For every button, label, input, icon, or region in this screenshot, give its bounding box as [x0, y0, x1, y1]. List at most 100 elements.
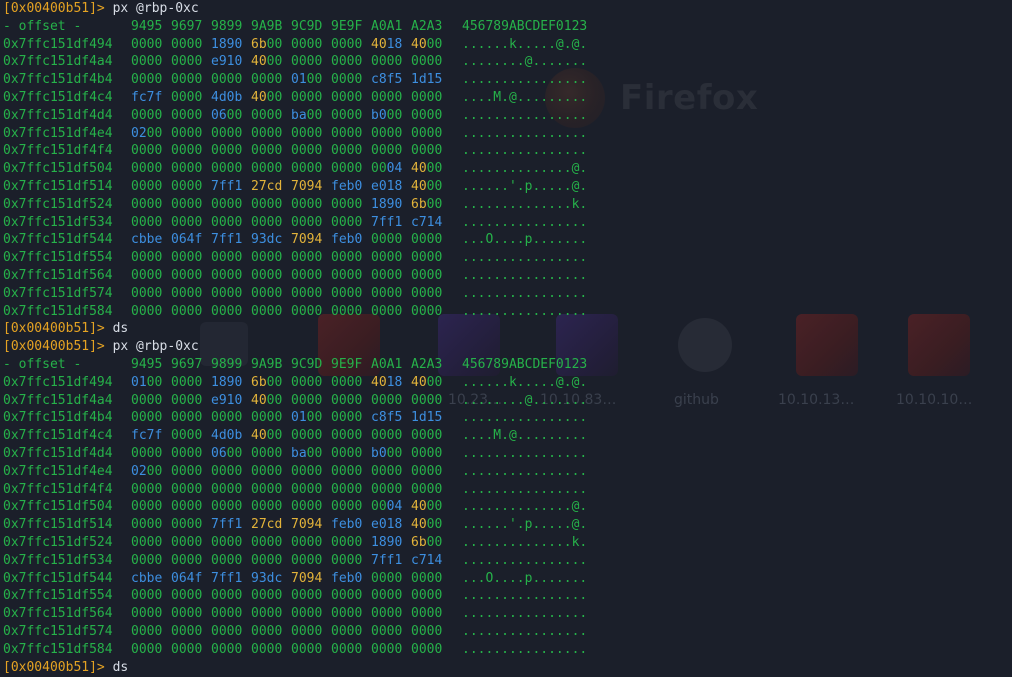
offset-address[interactable]: 0x7ffc151df4c4 [3, 89, 113, 107]
hex-byte: 00 [226, 268, 243, 283]
hex-byte: 00 [146, 161, 163, 177]
hex-byte: 00 [226, 535, 243, 550]
ascii-dump: ................ [462, 107, 588, 123]
offset-address[interactable]: 0x7ffc151df544 [3, 231, 113, 249]
hex-byte: fe [331, 517, 347, 533]
offset-address[interactable]: 0x7ffc151df524 [3, 534, 113, 552]
offset-address[interactable]: 0x7ffc151df564 [3, 605, 113, 623]
hex-byte: 00 [226, 481, 243, 497]
offset-address[interactable]: 0x7ffc151df574 [3, 623, 113, 641]
hex-byte: 1d [411, 410, 427, 426]
hex-word: cbbe [131, 231, 162, 249]
hex-byte: 00 [346, 392, 363, 408]
offset-address[interactable]: 0x7ffc151df4b4 [3, 409, 113, 427]
offset-address[interactable]: 0x7ffc151df4e4 [3, 463, 113, 481]
offset-address[interactable]: 0x7ffc151df4a4 [3, 392, 113, 410]
offset-address[interactable]: 0x7ffc151df534 [3, 214, 113, 232]
column-header: 9495 [131, 18, 163, 34]
offset-address[interactable]: 0x7ffc151df544 [3, 570, 113, 588]
hex-byte: 00 [346, 535, 363, 550]
offset-address[interactable]: 0x7ffc151df4f4 [3, 142, 113, 160]
hex-byte: e0 [371, 517, 387, 533]
hex-word: 0000 [171, 125, 202, 143]
hex-word: 0000 [291, 303, 322, 321]
hex-byte: 00 [226, 72, 243, 88]
hex-word: 7ff1 [371, 214, 402, 232]
offset-address[interactable]: 0x7ffc151df514 [3, 178, 113, 196]
hex-word: 0000 [331, 534, 362, 552]
offset-address[interactable]: 0x7ffc151df504 [3, 498, 113, 516]
offset-address[interactable]: 0x7ffc151df4f4 [3, 481, 113, 499]
hex-byte: 00 [266, 214, 283, 230]
hex-byte: 00 [291, 36, 307, 52]
hex-byte: f5 [386, 72, 403, 88]
offset-address[interactable]: 0x7ffc151df554 [3, 249, 113, 267]
ascii-dump: ..............@. [462, 161, 588, 177]
hex-byte: 00 [226, 196, 243, 212]
hex-byte: 00 [131, 588, 147, 604]
hex-byte: 00 [146, 179, 163, 194]
hex-byte: 6b [411, 196, 427, 212]
hex-word: e910 [211, 392, 242, 410]
hex-byte: 00 [291, 606, 307, 622]
offset-address[interactable]: 0x7ffc151df4a4 [3, 53, 113, 71]
prompt-address: [0x00400b51]> [3, 339, 105, 355]
hex-byte: 00 [251, 641, 267, 657]
hex-byte: 00 [331, 481, 347, 497]
hex-byte: 00 [331, 268, 347, 283]
hex-word: 0000 [171, 641, 202, 659]
hex-word: 0000 [291, 214, 322, 232]
hex-word: 4000 [251, 53, 282, 71]
hex-word: 0000 [331, 267, 362, 285]
offset-address[interactable]: 0x7ffc151df514 [3, 516, 113, 534]
hex-byte: 00 [306, 303, 323, 319]
hex-word: 0000 [131, 249, 162, 267]
hex-word: 0000 [371, 463, 402, 481]
hex-byte: b0 [371, 107, 387, 123]
hex-byte: 00 [251, 499, 267, 515]
hex-byte: 93 [251, 232, 267, 248]
offset-address[interactable]: 0x7ffc151df564 [3, 267, 113, 285]
hex-word: 0000 [211, 552, 242, 570]
hex-word: 0000 [211, 409, 242, 427]
hex-byte: 00 [386, 641, 403, 657]
offset-address[interactable]: 0x7ffc151df554 [3, 587, 113, 605]
offset-address[interactable]: 0x7ffc151df504 [3, 160, 113, 178]
ascii-dump: ................ [462, 285, 588, 301]
hex-byte: 00 [411, 90, 427, 105]
offset-address[interactable]: 0x7ffc151df534 [3, 552, 113, 570]
hex-byte: 00 [426, 90, 443, 105]
offset-address[interactable]: 0x7ffc151df4b4 [3, 71, 113, 89]
hex-byte: 00 [186, 250, 203, 266]
hex-word: 0000 [171, 267, 202, 285]
offset-address[interactable]: 0x7ffc151df4d4 [3, 107, 113, 125]
hex-byte: b0 [371, 446, 387, 461]
hex-byte: 00 [226, 552, 243, 568]
offset-address[interactable]: 0x7ffc151df494 [3, 36, 113, 54]
hex-word: feb0 [331, 516, 362, 534]
offset-address[interactable]: 0x7ffc151df584 [3, 303, 113, 321]
hex-word: 0000 [291, 160, 322, 178]
offset-address[interactable]: 0x7ffc151df4e4 [3, 125, 113, 143]
hex-byte: 00 [306, 410, 323, 426]
hex-word: 0000 [371, 142, 402, 160]
hex-byte: b0 [346, 517, 363, 533]
column-header: 9E9F [331, 357, 363, 372]
ascii-dump: ................ [462, 463, 588, 479]
offset-address[interactable]: 0x7ffc151df4c4 [3, 427, 113, 445]
hex-byte: 90 [386, 196, 403, 212]
offset-address[interactable]: 0x7ffc151df574 [3, 285, 113, 303]
hex-byte: 00 [426, 570, 443, 586]
offset-address[interactable]: 0x7ffc151df494 [3, 374, 113, 392]
hex-byte: 00 [291, 624, 307, 639]
offset-address[interactable]: 0x7ffc151df584 [3, 641, 113, 659]
hex-word: 0000 [251, 552, 282, 570]
hex-byte: 00 [331, 641, 347, 657]
column-header: 9A9B [251, 357, 283, 372]
hex-byte: 00 [306, 143, 323, 159]
hex-byte: 00 [186, 517, 203, 533]
offset-address[interactable]: 0x7ffc151df4d4 [3, 445, 113, 463]
hex-byte: 6b [251, 36, 267, 52]
offset-address[interactable]: 0x7ffc151df524 [3, 196, 113, 214]
terminal-output[interactable]: [0x00400b51]> px @rbp-0xc - offset -9495 9… [0, 0, 1012, 675]
